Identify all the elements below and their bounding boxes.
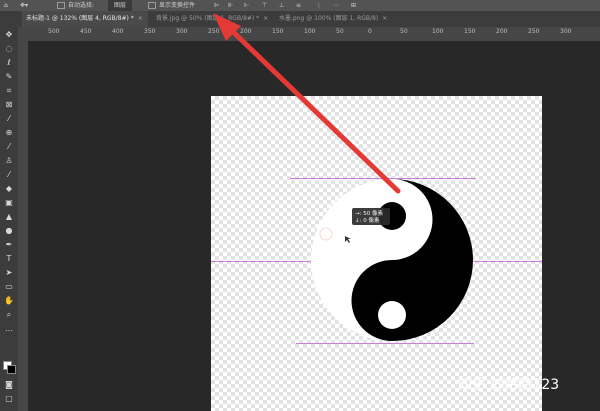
yin-yang-dot-bottom <box>378 301 406 329</box>
yin-yang-symbol[interactable] <box>311 179 473 341</box>
tooltip-line1: →: 50 像素 <box>355 209 383 217</box>
watermark-text: 知乎 @哈哈123 <box>458 377 560 393</box>
overlay-svg: →: 50 像素 ↓: 0 像素 <box>213 13 473 341</box>
red-arrow <box>213 13 401 194</box>
tooltip-line2: ↓: 0 像素 <box>355 216 380 224</box>
arrow-shaft <box>223 22 401 194</box>
